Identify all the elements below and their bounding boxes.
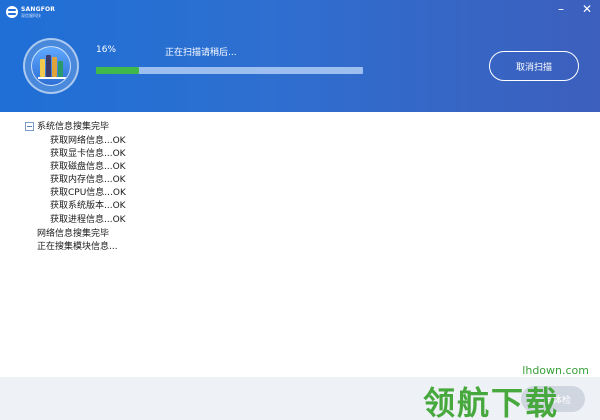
minimize-button[interactable]: –: [554, 2, 568, 16]
brand-name: SANGFOR: [21, 5, 56, 13]
scan-status-text: 正在扫描请稍后...: [165, 48, 237, 58]
log-item-process: 获取进程信息...OK: [50, 215, 126, 225]
log-group-system: 系统信息搜集完毕: [37, 122, 110, 132]
scan-books-icon: [23, 38, 79, 94]
collapse-toggle-icon[interactable]: [25, 122, 34, 131]
watermark: lhdown.com 领航下载: [419, 356, 597, 420]
watermark-logo: 领航下载: [423, 384, 560, 420]
cancel-scan-button[interactable]: 取消扫描: [489, 51, 579, 81]
close-button[interactable]: ✕: [580, 2, 594, 16]
brand-subtitle: 深信服科技: [21, 12, 41, 18]
progress-fill: [96, 67, 139, 74]
log-item-network: 获取网络信息...OK: [50, 136, 126, 146]
brand-logo: SANGFOR 深信服科技: [6, 6, 55, 18]
progress-bar: [96, 67, 363, 74]
log-item-gpu: 获取显卡信息...OK: [50, 149, 126, 159]
scan-log-panel: 系统信息搜集完毕 获取网络信息...OK 获取显卡信息...OK 获取磁盘信息.…: [0, 112, 600, 377]
watermark-url: lhdown.com: [522, 364, 589, 377]
header-bar: SANGFOR 深信服科技 – ✕ 16% 正在扫描请稍后... 取消扫描: [0, 0, 600, 112]
log-item-disk: 获取磁盘信息...OK: [50, 162, 126, 172]
log-item-cpu: 获取CPU信息...OK: [50, 188, 126, 198]
window-controls: – ✕: [554, 2, 594, 16]
log-item-memory: 获取内存信息...OK: [50, 175, 126, 185]
log-item-os-version: 获取系统版本...OK: [50, 201, 126, 211]
sangfor-logo-icon: [6, 6, 18, 18]
log-group-modules: 正在搜集模块信息...: [37, 242, 118, 252]
log-group-network: 网络信息搜集完毕: [37, 229, 110, 239]
progress-percent: 16%: [96, 45, 117, 55]
